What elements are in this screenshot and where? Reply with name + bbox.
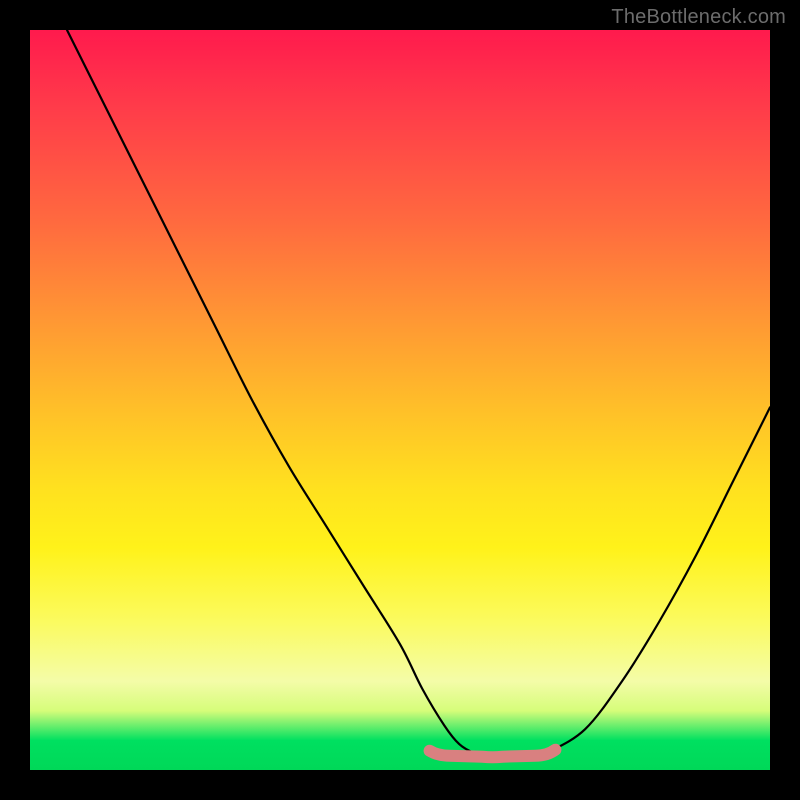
bottleneck-curve: [67, 30, 770, 758]
watermark-text: TheBottleneck.com: [611, 6, 786, 29]
optimal-zone-marker: [430, 750, 556, 758]
plot-area: [30, 30, 770, 770]
chart-frame: TheBottleneck.com: [0, 0, 800, 800]
curve-layer: [30, 30, 770, 770]
